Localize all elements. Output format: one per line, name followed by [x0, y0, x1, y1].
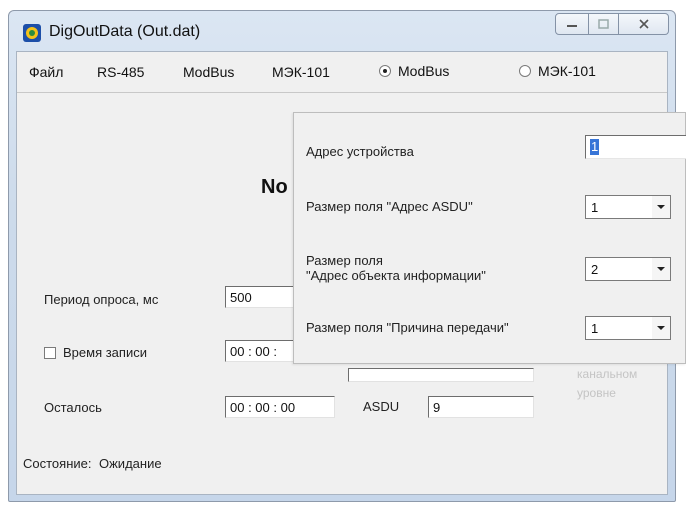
- radio-iec101[interactable]: МЭК-101: [519, 63, 596, 79]
- device-address-value: 1: [590, 139, 600, 155]
- close-icon: [638, 19, 649, 29]
- radio-checked-icon: [379, 65, 391, 77]
- dropdown-arrow-icon[interactable]: [652, 258, 670, 280]
- cause-size-select[interactable]: 1: [585, 316, 671, 340]
- radio-modbus-label: ModBus: [398, 63, 450, 79]
- dropdown-arrow-icon[interactable]: [652, 196, 670, 218]
- device-address-label: Адрес устройства: [306, 144, 414, 159]
- minimize-icon: [567, 25, 577, 27]
- remaining-label: Осталось: [44, 400, 102, 415]
- app-icon: [23, 24, 41, 42]
- no-label: No: [261, 176, 288, 198]
- info-object-label-line2: "Адрес объекта информации": [306, 268, 486, 283]
- status-label: Состояние:: [23, 456, 92, 471]
- hidden-field[interactable]: [348, 368, 534, 382]
- minimize-button[interactable]: [555, 13, 589, 35]
- iec101-settings-popup: Адрес устройства 1 Размер поля "Адрес AS…: [293, 112, 686, 364]
- ghost-text-1: канальном: [577, 367, 638, 381]
- radio-iec101-label: МЭК-101: [538, 63, 596, 79]
- menu-bar: Файл RS-485 ModBus МЭК-101 ModBus МЭК-10…: [17, 52, 667, 93]
- maximize-icon: [598, 19, 609, 29]
- menu-iec101[interactable]: МЭК-101: [272, 64, 330, 80]
- asdu-size-select[interactable]: 1: [585, 195, 671, 219]
- record-time-checkbox[interactable]: [44, 347, 56, 359]
- cause-size-value: 1: [591, 321, 599, 336]
- record-time-label: Время записи: [63, 345, 147, 360]
- close-button[interactable]: [619, 13, 669, 35]
- info-object-size-select[interactable]: 2: [585, 257, 671, 281]
- ghost-text-2: уровне: [577, 386, 616, 400]
- info-object-size-value: 2: [591, 262, 599, 277]
- radio-unchecked-icon: [519, 65, 531, 77]
- asdu-size-value: 1: [591, 200, 599, 215]
- asdu-input[interactable]: 9: [428, 396, 534, 418]
- menu-modbus[interactable]: ModBus: [183, 64, 234, 80]
- device-address-input[interactable]: 1: [585, 135, 686, 159]
- period-label: Период опроса, мс: [44, 292, 159, 307]
- remaining-value: 00 : 00 : 00: [225, 396, 335, 418]
- status-value: Ожидание: [99, 456, 162, 471]
- window-title: DigOutData (Out.dat): [49, 23, 201, 40]
- asdu-size-label: Размер поля "Адрес ASDU": [306, 199, 473, 214]
- title-bar[interactable]: DigOutData (Out.dat): [9, 11, 675, 53]
- maximize-button[interactable]: [589, 13, 619, 35]
- menu-rs485[interactable]: RS-485: [97, 64, 144, 80]
- radio-modbus[interactable]: ModBus: [379, 63, 449, 79]
- caption-buttons: [555, 13, 669, 39]
- cause-size-label: Размер поля "Причина передачи": [306, 320, 509, 335]
- dropdown-arrow-icon[interactable]: [652, 317, 670, 339]
- asdu-label: ASDU: [363, 399, 400, 414]
- info-object-label-line1: Размер поля: [306, 253, 383, 268]
- menu-file[interactable]: Файл: [29, 64, 63, 80]
